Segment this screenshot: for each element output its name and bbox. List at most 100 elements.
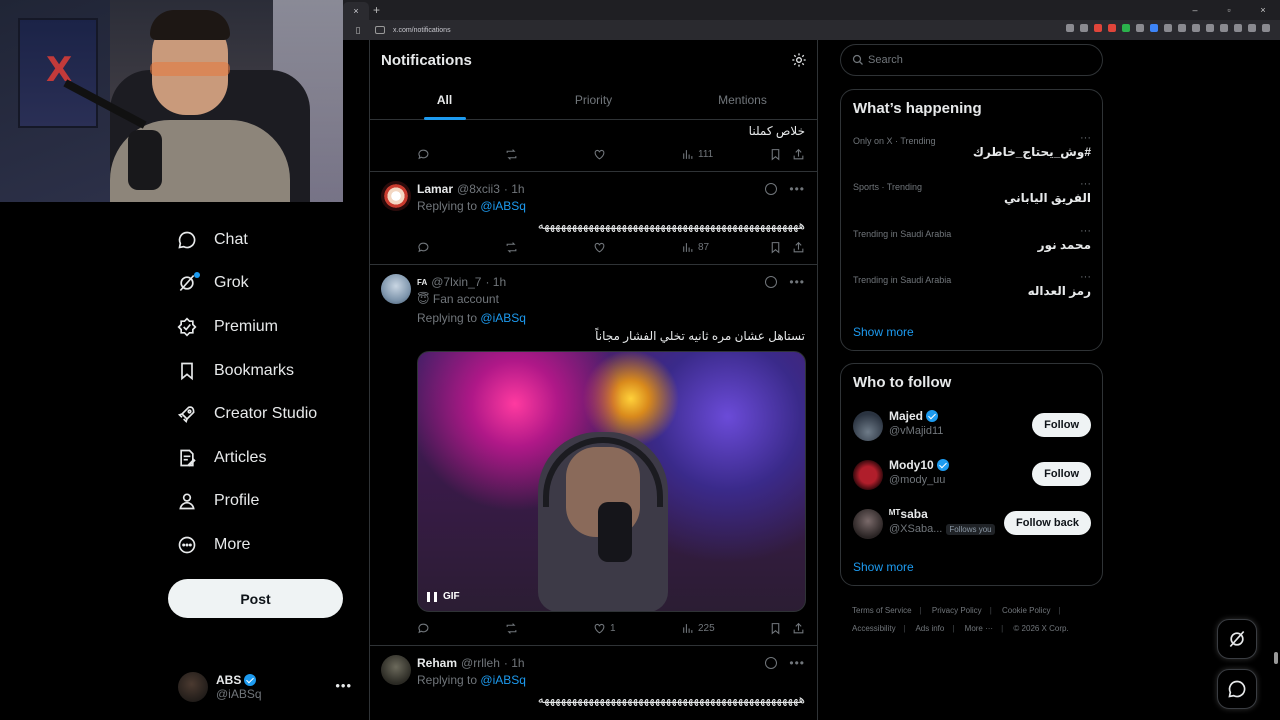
notification-post[interactable]: Reham @rrlleh · 1h ••• Replying to @iABS… (370, 646, 817, 720)
repost-button[interactable] (505, 241, 518, 254)
reply-button[interactable] (417, 241, 430, 254)
terms-link[interactable]: Terms of Service (852, 606, 912, 615)
trend-more-icon[interactable]: ··· (1080, 132, 1091, 144)
reply-button[interactable] (417, 148, 430, 161)
trend-item[interactable]: Only on X · Trending ··· #وش_يحتاج_خاطرك (853, 132, 1091, 180)
tab-priority[interactable]: Priority (519, 80, 668, 120)
zoom-icon[interactable] (1080, 24, 1088, 32)
privacy-link[interactable]: Privacy Policy (932, 606, 982, 615)
author-handle[interactable]: @8xcii3 (457, 182, 500, 196)
replying-to-link[interactable]: @iABSq (480, 311, 526, 325)
views-button[interactable]: 111 (681, 148, 713, 161)
author-name[interactable]: FA (417, 278, 427, 287)
bookmark-button[interactable] (769, 148, 782, 161)
vpn-icon[interactable] (1248, 24, 1256, 32)
extension-icon[interactable] (1164, 24, 1172, 32)
new-tab-button[interactable]: + (373, 3, 380, 17)
trend-more-icon[interactable]: ··· (1080, 271, 1091, 283)
user-name[interactable]: ᴹᵀsaba (889, 507, 928, 521)
extension-icon[interactable] (1150, 24, 1158, 32)
follow-suggestion[interactable]: Majed @vMajid11 Follow (853, 409, 1091, 445)
grok-explain-icon[interactable] (765, 183, 778, 195)
views-button[interactable]: 225 (681, 622, 715, 635)
sidebar-item-more[interactable]: More (168, 523, 358, 567)
wallet-icon[interactable] (1234, 24, 1242, 32)
bookmark-page-icon[interactable]: ▯ (349, 25, 367, 36)
sidebar-icon[interactable] (1220, 24, 1228, 32)
minimize-button[interactable]: – (1178, 0, 1212, 20)
trend-item[interactable]: Trending in Saudi Arabia ··· رمز العداله (853, 271, 1091, 319)
scrollbar-thumb[interactable] (1274, 652, 1278, 664)
media-icon[interactable] (1206, 24, 1214, 32)
extension-icon[interactable] (1066, 24, 1074, 32)
avatar[interactable] (381, 274, 411, 304)
post-time[interactable]: · 1h (504, 182, 525, 196)
sidebar-item-chat[interactable]: Chat (168, 218, 358, 262)
replying-to-link[interactable]: @iABSq (480, 199, 526, 213)
like-button[interactable] (593, 148, 606, 161)
notification-post[interactable]: خلاص كملنا 111 (370, 120, 817, 172)
gif-media[interactable]: GIF (417, 351, 806, 612)
extension-icon[interactable] (1192, 24, 1200, 32)
sidebar-item-premium[interactable]: Premium (168, 305, 358, 349)
ads-info-link[interactable]: Ads info (915, 624, 944, 633)
repost-button[interactable] (505, 622, 518, 635)
author-handle[interactable]: @7lxin_7 (431, 275, 481, 289)
tab-all[interactable]: All (370, 80, 519, 120)
grok-explain-icon[interactable] (765, 276, 778, 288)
post-time[interactable]: · 1h (485, 275, 506, 289)
avatar[interactable] (381, 655, 411, 685)
brave-shield-icon[interactable] (1094, 24, 1102, 32)
bookmark-button[interactable] (769, 241, 782, 254)
trend-more-icon[interactable]: ··· (1080, 225, 1091, 237)
sidebar-item-articles[interactable]: Articles (168, 436, 358, 480)
follow-button[interactable]: Follow (1032, 462, 1091, 486)
tab-close-icon[interactable]: × (353, 6, 358, 16)
like-button[interactable]: 1 (593, 622, 616, 635)
sidebar-item-grok[interactable]: Grok (168, 262, 358, 306)
avatar[interactable] (381, 181, 411, 211)
messages-fab-button[interactable] (1217, 669, 1257, 709)
tab-mentions[interactable]: Mentions (668, 80, 817, 120)
cookie-link[interactable]: Cookie Policy (1002, 606, 1050, 615)
replying-to-link[interactable]: @iABSq (480, 673, 526, 687)
avatar[interactable] (853, 460, 883, 490)
footer-more-link[interactable]: More ··· (965, 624, 993, 633)
follow-button[interactable]: Follow (1032, 413, 1091, 437)
sidebar-item-bookmarks[interactable]: Bookmarks (168, 349, 358, 393)
gear-icon[interactable] (791, 52, 807, 68)
notification-post[interactable]: FA @7lxin_7 · 1h ••• 😇 Fan account Reply… (370, 265, 817, 646)
maximize-button[interactable]: ▫ (1212, 0, 1246, 20)
like-button[interactable] (593, 241, 606, 254)
account-switcher[interactable]: ABS @iABSq ••• (178, 670, 358, 704)
share-button[interactable] (792, 148, 805, 161)
extension-icon[interactable] (1178, 24, 1186, 32)
site-info-icon[interactable] (375, 26, 385, 34)
extension-icon[interactable] (1122, 24, 1130, 32)
show-more-link[interactable]: Show more (853, 325, 914, 339)
author-name[interactable]: Lamar (417, 182, 453, 196)
repost-button[interactable] (505, 148, 518, 161)
notification-post[interactable]: Lamar @8xcii3 · 1h ••• Replying to @iABS… (370, 172, 817, 265)
author-name[interactable]: Reham (417, 656, 457, 670)
author-handle[interactable]: @rrlleh (461, 656, 500, 670)
follow-suggestion[interactable]: ᴹᵀsaba @XSaba... Follows you Follow back (853, 507, 1091, 543)
search-box[interactable] (840, 44, 1103, 76)
follow-back-button[interactable]: Follow back (1004, 511, 1091, 535)
views-button[interactable]: 87 (681, 241, 709, 254)
post-button[interactable]: Post (168, 579, 343, 618)
reply-button[interactable] (417, 622, 430, 635)
grok-fab-button[interactable] (1217, 619, 1257, 659)
trend-item[interactable]: Trending in Saudi Arabia ··· محمد نور (853, 225, 1091, 273)
account-more-icon[interactable]: ••• (335, 678, 352, 693)
trend-item[interactable]: Sports · Trending ··· الفريق الياباني (853, 178, 1091, 226)
post-more-icon[interactable]: ••• (789, 656, 805, 670)
bookmark-button[interactable] (769, 622, 782, 635)
close-window-button[interactable]: × (1246, 0, 1280, 20)
user-name[interactable]: Mody10 (889, 458, 934, 472)
rewards-icon[interactable] (1108, 24, 1116, 32)
gif-controls[interactable]: GIF (427, 591, 460, 602)
post-more-icon[interactable]: ••• (789, 275, 805, 289)
browser-tab[interactable]: × (343, 2, 369, 20)
trend-more-icon[interactable]: ··· (1080, 178, 1091, 190)
